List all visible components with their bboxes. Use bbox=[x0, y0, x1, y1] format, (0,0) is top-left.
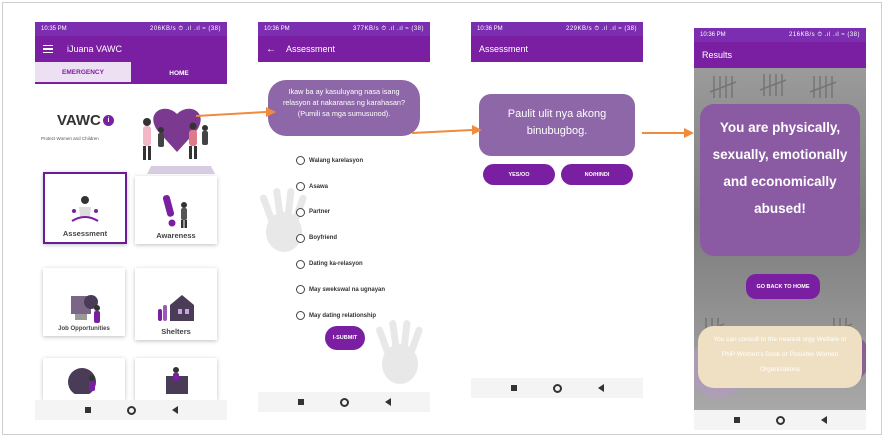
phone-call-illustration-icon bbox=[68, 368, 96, 394]
vawc-heading: VAWC bbox=[57, 112, 101, 129]
option-label: Dating ka-relasyon bbox=[309, 261, 363, 268]
option-label: Boyfriend bbox=[309, 235, 338, 242]
no-button[interactable]: NO/HINDI bbox=[561, 164, 633, 185]
back-arrow-icon[interactable]: ← bbox=[266, 44, 276, 55]
option-boyfriend[interactable]: Boyfriend bbox=[296, 225, 385, 251]
hamburger-menu-icon[interactable] bbox=[43, 44, 53, 54]
option-label: Asawa bbox=[309, 183, 329, 190]
back-triangle-icon[interactable] bbox=[171, 406, 178, 414]
meditating-person-icon bbox=[71, 196, 99, 222]
tab-emergency[interactable]: EMERGENCY bbox=[35, 62, 131, 84]
status-bar: 10:36 PM 229KB/s ⏱ .ıl .ıl ≈ (38) bbox=[471, 22, 643, 36]
android-nav-bar bbox=[694, 410, 866, 430]
assessment-card[interactable]: Assessment bbox=[43, 172, 127, 244]
vawc-subtitle: Protect Women and Children bbox=[41, 136, 99, 141]
android-nav-bar bbox=[258, 392, 430, 412]
home-screen: 10:35 PM 206KB/s ⏱ .ıl .ıl ≈ (38) iJuana… bbox=[35, 22, 227, 420]
back-triangle-icon[interactable] bbox=[597, 384, 604, 392]
radio-button[interactable] bbox=[296, 311, 305, 321]
app-bar: Assessment bbox=[471, 36, 643, 62]
job-search-icon bbox=[71, 295, 100, 323]
radio-button[interactable] bbox=[296, 156, 305, 166]
tab-bar: EMERGENCY HOME bbox=[35, 62, 227, 84]
recent-apps-icon[interactable] bbox=[84, 407, 91, 413]
radio-button[interactable] bbox=[296, 182, 305, 192]
card-partial-2[interactable] bbox=[135, 358, 217, 400]
home-circle-icon[interactable] bbox=[339, 397, 349, 407]
info-icon[interactable]: i bbox=[103, 115, 114, 126]
go-back-home-button[interactable]: GO BACK TO HOME bbox=[746, 274, 820, 299]
option-label: May dating relationship bbox=[309, 312, 377, 319]
status-icons: 377KB/s ⏱ .ıl .ıl ≈ (38) bbox=[353, 25, 424, 32]
radio-button[interactable] bbox=[296, 285, 305, 295]
awareness-card[interactable]: Awareness bbox=[135, 176, 217, 244]
option-label: Partner bbox=[309, 209, 331, 216]
back-triangle-icon[interactable] bbox=[820, 416, 827, 424]
option-label: May swekswal na ugnayan bbox=[309, 286, 386, 293]
recent-apps-icon[interactable] bbox=[510, 385, 517, 391]
shelters-card[interactable]: Shelters bbox=[135, 268, 217, 340]
option-asawa[interactable]: Asawa bbox=[296, 174, 385, 200]
app-title: iJuana VAWC bbox=[67, 44, 123, 54]
tab-home[interactable]: HOME bbox=[131, 62, 227, 84]
recent-apps-icon[interactable] bbox=[297, 399, 304, 405]
option-dating-relationship[interactable]: May dating relationship bbox=[296, 303, 385, 329]
assessment-question-screen: 10:36 PM 377KB/s ⏱ .ıl .ıl ≈ (38) ← Asse… bbox=[258, 22, 430, 412]
statement-bubble: Paulit ulit nya akong binubugbog. bbox=[479, 94, 635, 156]
relationship-options: Walang karelasyon Asawa Partner Boyfrien… bbox=[296, 148, 385, 329]
radio-button[interactable] bbox=[296, 207, 305, 217]
option-sekswal-na-ugnayan[interactable]: May swekswal na ugnayan bbox=[296, 277, 385, 303]
status-time: 10:36 PM bbox=[477, 26, 503, 32]
status-bar: 10:36 PM 216KB/s ⏱ .ıl .ıl ≈ (38) bbox=[694, 28, 866, 42]
radio-button[interactable] bbox=[296, 233, 305, 243]
android-nav-bar bbox=[471, 378, 643, 398]
app-bar: iJuana VAWC bbox=[35, 36, 227, 62]
radio-button[interactable] bbox=[296, 259, 305, 269]
home-circle-icon[interactable] bbox=[552, 383, 562, 393]
yes-button[interactable]: YES/OO bbox=[483, 164, 555, 185]
home-circle-icon[interactable] bbox=[775, 415, 785, 425]
app-bar: ← Assessment bbox=[258, 36, 430, 62]
house-icon bbox=[158, 295, 194, 321]
exclamation-person-icon bbox=[162, 195, 187, 228]
person-desk-illustration-icon bbox=[166, 367, 188, 394]
result-bubble: You are physically, sexually, emotionall… bbox=[700, 104, 860, 256]
assessment-card-label: Assessment bbox=[62, 229, 108, 238]
status-icons: 206KB/s ⏱ .ıl .ıl ≈ (38) bbox=[150, 25, 221, 32]
flow-arrow-1-icon bbox=[196, 107, 276, 117]
status-time: 10:36 PM bbox=[264, 26, 290, 32]
status-bar: 10:36 PM 377KB/s ⏱ .ıl .ıl ≈ (38) bbox=[258, 22, 430, 36]
app-bar: Results bbox=[694, 42, 866, 68]
assessment-statement-screen: 10:36 PM 229KB/s ⏱ .ıl .ıl ≈ (38) Assess… bbox=[471, 22, 643, 398]
option-partner[interactable]: Partner bbox=[296, 200, 385, 226]
home-circle-icon[interactable] bbox=[126, 405, 136, 415]
flow-arrow-2-icon bbox=[412, 125, 482, 135]
status-icons: 216KB/s ⏱ .ıl .ıl ≈ (38) bbox=[789, 31, 860, 38]
option-walang-karelasyon[interactable]: Walang karelasyon bbox=[296, 148, 385, 174]
status-icons: 229KB/s ⏱ .ıl .ıl ≈ (38) bbox=[566, 25, 637, 32]
job-opportunities-card[interactable]: Job Opportunities bbox=[43, 268, 125, 336]
consult-info-card: You can consult to the nearest orgy Welf… bbox=[698, 326, 862, 388]
option-label: Walang karelasyon bbox=[309, 157, 364, 164]
status-time: 10:35 PM bbox=[41, 26, 67, 32]
status-bar: 10:35 PM 206KB/s ⏱ .ıl .ıl ≈ (38) bbox=[35, 22, 227, 36]
back-triangle-icon[interactable] bbox=[384, 398, 391, 406]
results-screen: 10:36 PM 216KB/s ⏱ .ıl .ıl ≈ (38) Result… bbox=[694, 28, 866, 430]
screen-title: Assessment bbox=[286, 44, 336, 54]
screen-title: Results bbox=[702, 50, 733, 60]
awareness-card-label: Awareness bbox=[156, 231, 196, 240]
option-dating-ka-relasyon[interactable]: Dating ka-relasyon bbox=[296, 251, 385, 277]
job-opportunities-card-label: Job Opportunities bbox=[58, 326, 110, 332]
shelters-card-label: Shelters bbox=[161, 327, 191, 336]
status-time: 10:36 PM bbox=[700, 32, 726, 38]
recent-apps-icon[interactable] bbox=[733, 417, 740, 423]
question-bubble: Ikaw ba ay kasuluyang nasa isang relasyo… bbox=[268, 80, 420, 136]
card-partial-1[interactable] bbox=[43, 358, 125, 400]
android-nav-bar bbox=[35, 400, 227, 420]
submit-button[interactable]: I-SUBMIT bbox=[325, 326, 365, 350]
screen-title: Assessment bbox=[479, 44, 529, 54]
flow-arrow-3-icon bbox=[642, 128, 694, 138]
